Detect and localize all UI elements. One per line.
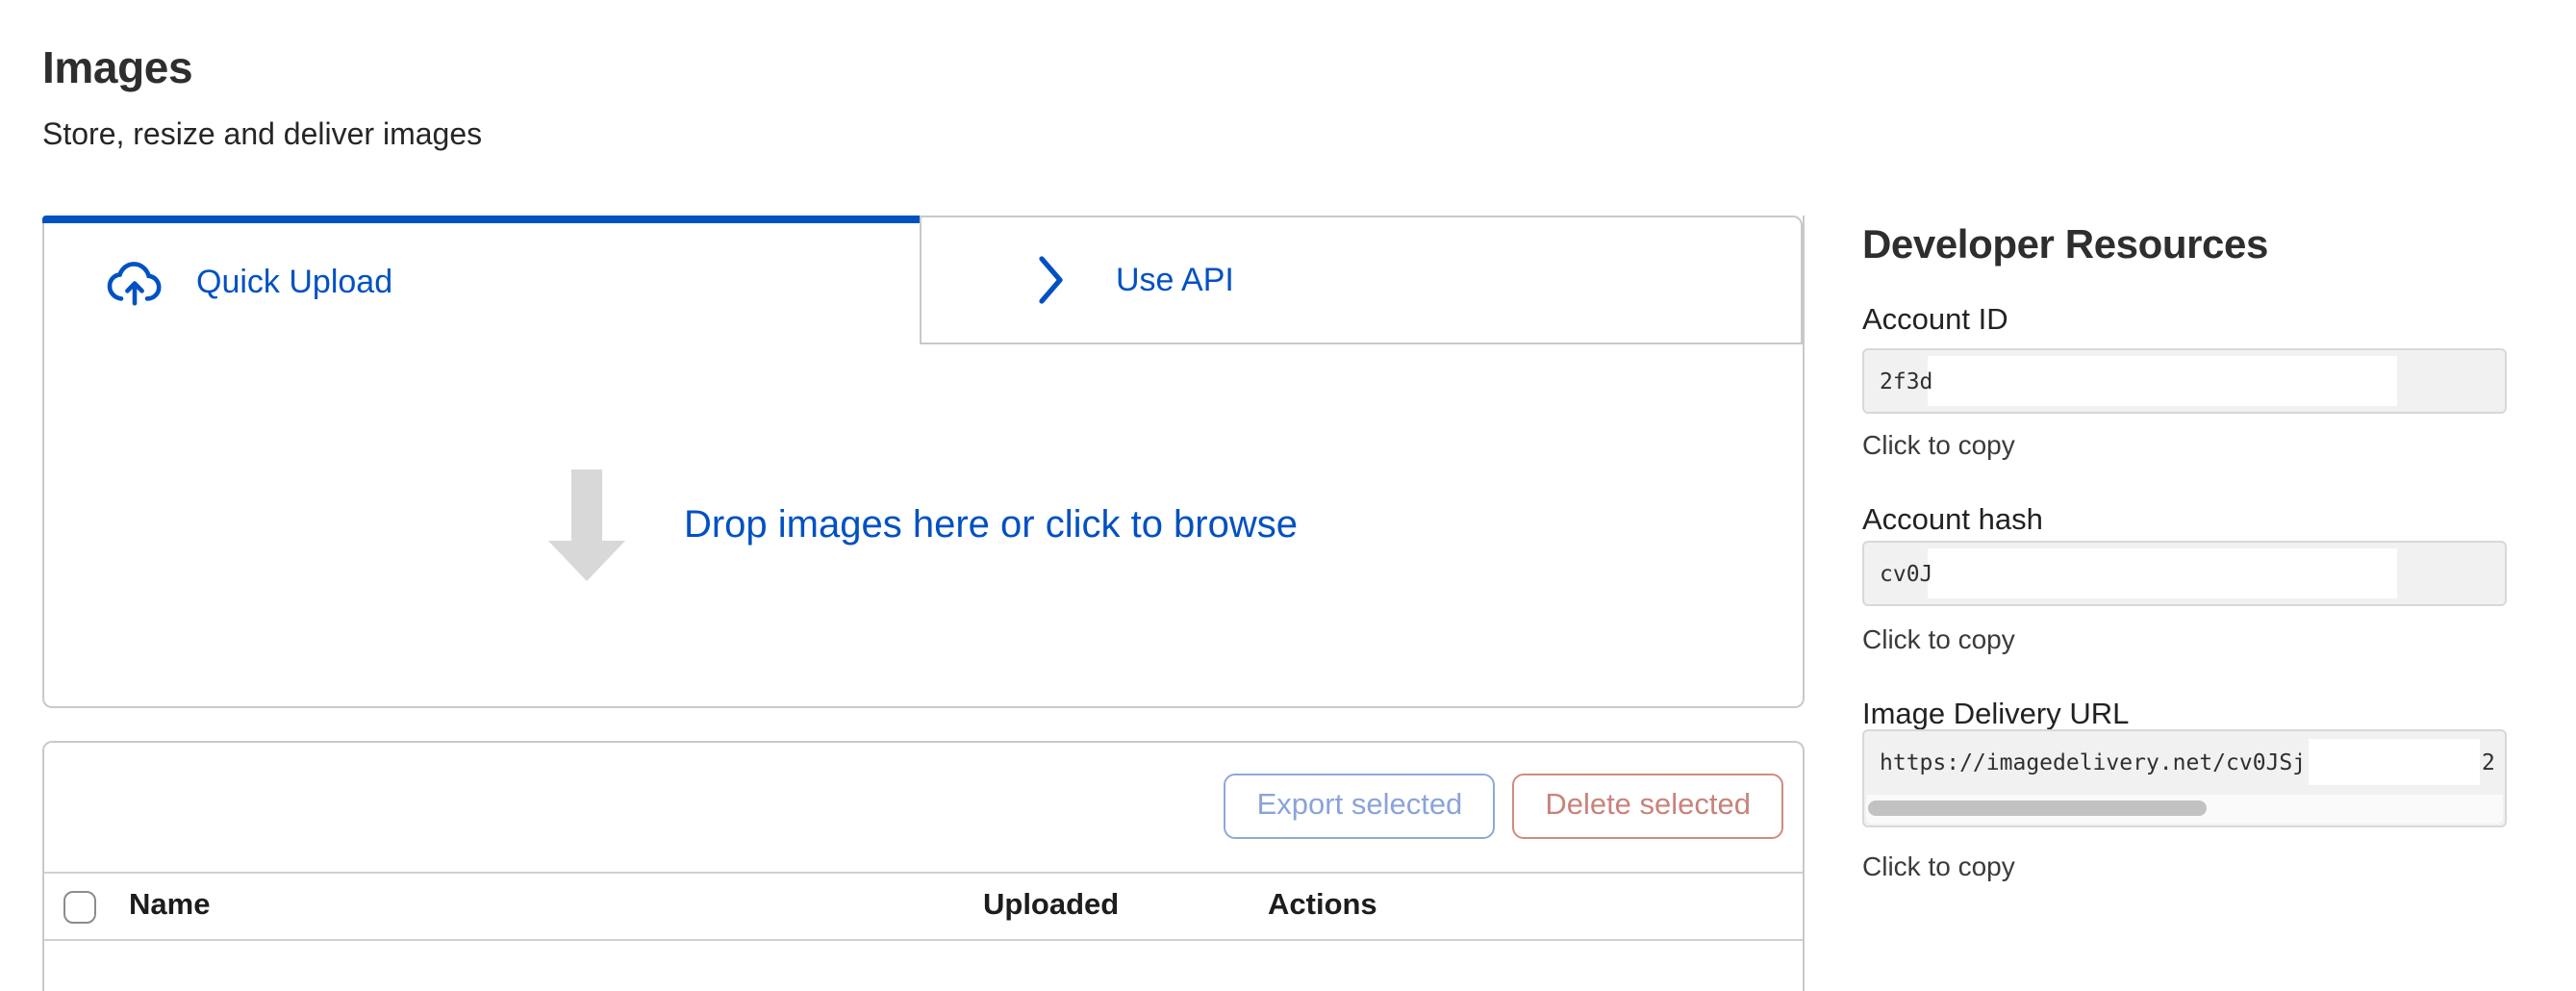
upload-card: Quick Upload Use API Drop images here or… — [42, 216, 1805, 708]
image-delivery-url-label: Image Delivery URL — [1862, 699, 2129, 733]
account-hash-copy-hint: Click to copy — [1862, 623, 2015, 654]
images-page: Images Store, resize and deliver images … — [0, 0, 2576, 954]
account-id-field[interactable]: 2f3d — [1862, 348, 2507, 414]
horizontal-scrollbar-thumb[interactable] — [1868, 800, 2207, 816]
column-header-actions: Actions — [1268, 889, 1803, 924]
chevron-right-icon — [1037, 254, 1066, 306]
dropzone-label: Drop images here or click to browse — [684, 503, 1298, 547]
developer-resources-panel: Developer Resources Account ID 2f3d Clic… — [1862, 216, 2507, 954]
image-delivery-url-value: https://imagedelivery.net/cv0JSj — [1880, 731, 2306, 793]
active-tab-indicator — [42, 216, 922, 223]
tab-use-api-label: Use API — [1116, 261, 1234, 299]
dropzone[interactable]: Drop images here or click to browse — [44, 344, 1803, 706]
selection-toolbar: Export selected Delete selected — [1225, 774, 1783, 839]
image-delivery-url-copy-hint: Click to copy — [1862, 851, 2015, 881]
account-hash-label: Account hash — [1862, 504, 2043, 539]
account-id-label: Account ID — [1862, 304, 2008, 339]
export-selected-button[interactable]: Export selected — [1225, 774, 1496, 839]
page-title: Images — [42, 42, 192, 94]
tab-quick-upload[interactable]: Quick Upload — [44, 223, 920, 343]
down-arrow-icon — [549, 470, 626, 581]
delete-selected-button[interactable]: Delete selected — [1512, 774, 1783, 839]
url-edge-fragment: 2 — [2482, 731, 2495, 793]
cloud-upload-icon — [106, 259, 164, 307]
tab-use-api[interactable]: Use API — [920, 216, 1803, 344]
image-delivery-url-field[interactable]: https://imagedelivery.net/cv0JSj 2 — [1862, 729, 2507, 827]
account-id-copy-hint: Click to copy — [1862, 429, 2015, 460]
table-header: Name Uploaded Actions — [44, 872, 1803, 941]
developer-resources-title: Developer Resources — [1862, 223, 2268, 269]
account-id-value: 2f3d — [1880, 350, 1932, 412]
redaction-overlay — [1928, 356, 2397, 406]
image-list-card: Export selected Delete selected Name Upl… — [42, 741, 1805, 991]
account-hash-field[interactable]: cv0J — [1862, 541, 2507, 606]
redaction-overlay — [2309, 739, 2480, 785]
column-header-uploaded: Uploaded — [983, 889, 1268, 924]
tab-quick-upload-label: Quick Upload — [196, 264, 392, 302]
page-subtitle: Store, resize and deliver images — [42, 119, 482, 154]
horizontal-scrollbar-track — [1866, 795, 2503, 824]
redaction-overlay — [1928, 548, 2397, 598]
column-header-name: Name — [129, 889, 983, 924]
account-hash-value: cv0J — [1880, 543, 1932, 604]
select-all-checkbox[interactable] — [63, 890, 96, 923]
